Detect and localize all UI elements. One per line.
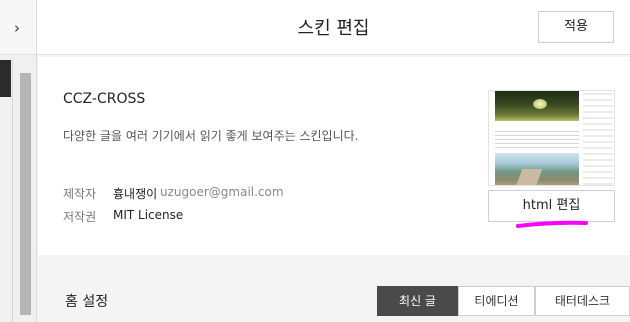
apply-button[interactable]: 적용 (538, 11, 614, 43)
skin-info-card: CCZ-CROSS 다양한 글을 여러 기기에서 읽기 좋게 보여주는 스킨입니… (38, 57, 630, 255)
license-label: 저작권 (63, 210, 97, 224)
author-label: 제작자 (63, 187, 97, 201)
thumbnail-sun (533, 99, 547, 109)
scrollbar[interactable] (20, 73, 31, 315)
license-value: MIT License (113, 208, 184, 222)
home-settings-title: 홈 설정 (65, 294, 109, 310)
thumbnail-text-lines (495, 131, 579, 149)
home-settings: 홈 설정 최신 글 티에디션 태터데스크 (38, 256, 630, 322)
chevron-right-icon[interactable]: › (14, 19, 26, 37)
thumbnail-sidebar (583, 93, 613, 185)
tab-t-edition[interactable]: 티에디션 (458, 286, 535, 316)
sidebar-active-indicator (0, 60, 11, 97)
header: 스킨 편집 적용 (37, 0, 630, 55)
tab-latest-posts[interactable]: 최신 글 (377, 286, 458, 316)
skin-name: CCZ-CROSS (63, 91, 146, 107)
author-email: uzugoer@gmail.com (160, 185, 284, 199)
author-name: 흉내쟁이 (113, 187, 158, 201)
skin-thumbnail (488, 90, 615, 186)
annotation-underline (516, 220, 588, 228)
divider (12, 60, 13, 322)
sidebar-toggle-area: › (0, 0, 37, 55)
tab-tatter-desk[interactable]: 태터데스크 (535, 286, 630, 316)
skin-editor: › 스킨 편집 적용 CCZ-CROSS 다양한 글을 여러 기기에서 읽기 좋… (0, 0, 630, 322)
skin-description: 다양한 글을 여러 기기에서 읽기 좋게 보여주는 스킨입니다. (63, 129, 359, 143)
